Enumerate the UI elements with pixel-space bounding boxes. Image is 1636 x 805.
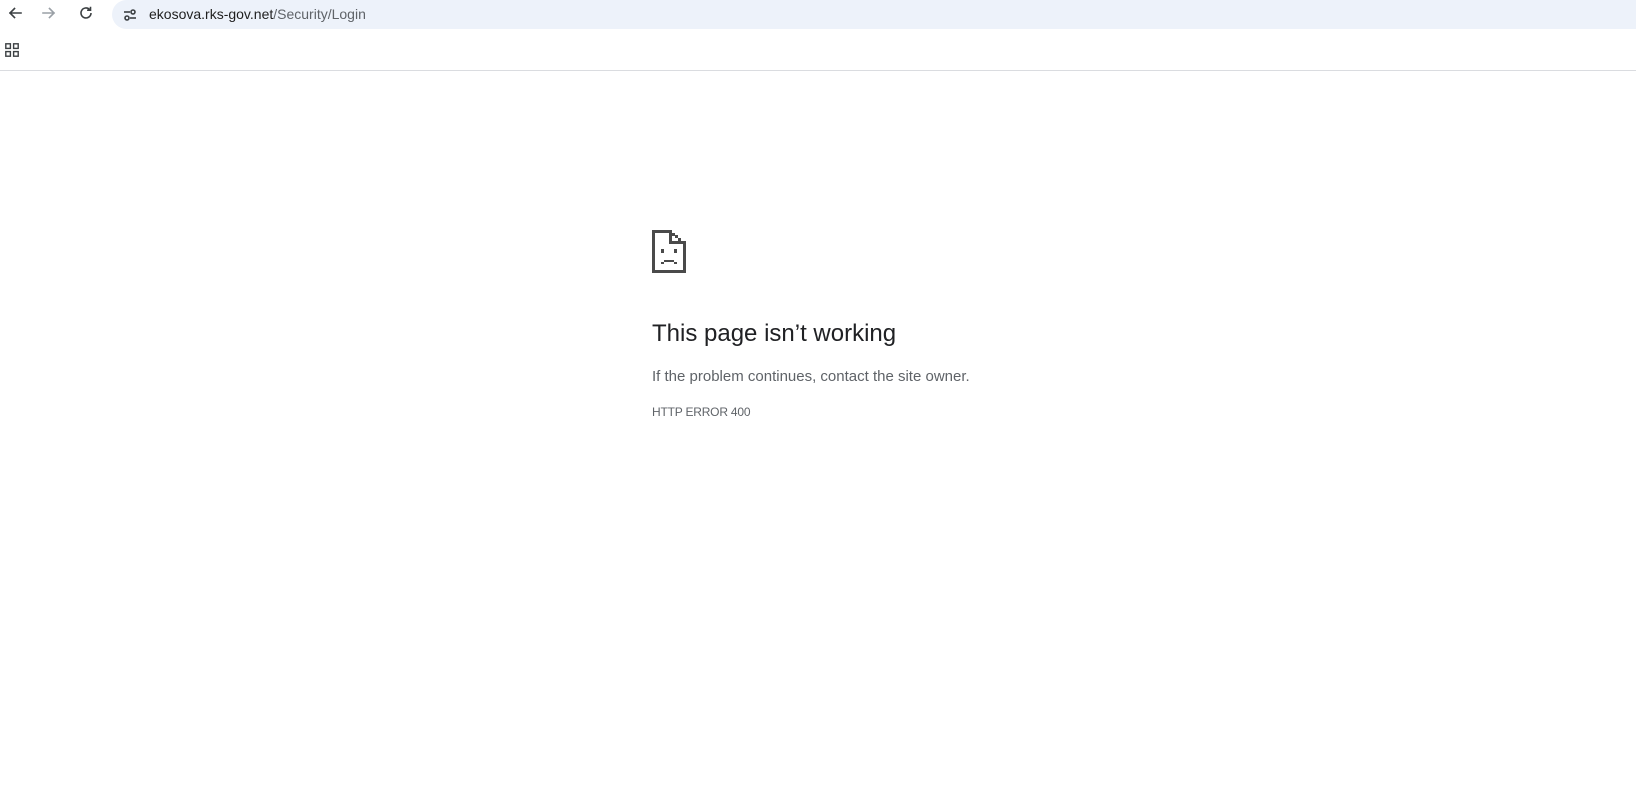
reload-icon <box>80 6 92 19</box>
error-page: This page isn’t working If the problem c… <box>652 230 1252 419</box>
error-message: If the problem continues, contact the si… <box>652 368 970 385</box>
back-arrow-icon <box>8 7 22 19</box>
url-text[interactable]: ekosova.rks-gov.net/Security/Login <box>149 6 366 23</box>
forward-button[interactable] <box>34 0 64 26</box>
url-host: ekosova.rks-gov.net <box>149 6 274 22</box>
error-headline: This page isn’t working <box>652 320 897 347</box>
tune-icon <box>123 8 136 21</box>
url-path: /Security/Login <box>273 6 366 22</box>
site-info-button[interactable] <box>118 3 141 26</box>
back-button[interactable] <box>0 0 30 26</box>
address-bar[interactable]: ekosova.rks-gov.net/Security/Login <box>112 0 1636 29</box>
browser-toolbar: ekosova.rks-gov.net/Security/Login <box>0 0 1636 29</box>
forward-arrow-icon <box>42 7 56 19</box>
error-code: HTTP ERROR 400 <box>652 405 751 419</box>
apps-grid-icon <box>5 43 19 57</box>
reload-button[interactable] <box>71 0 101 26</box>
bookmarks-bar <box>0 29 1636 71</box>
sad-page-icon <box>652 230 686 273</box>
apps-button[interactable] <box>3 41 21 59</box>
